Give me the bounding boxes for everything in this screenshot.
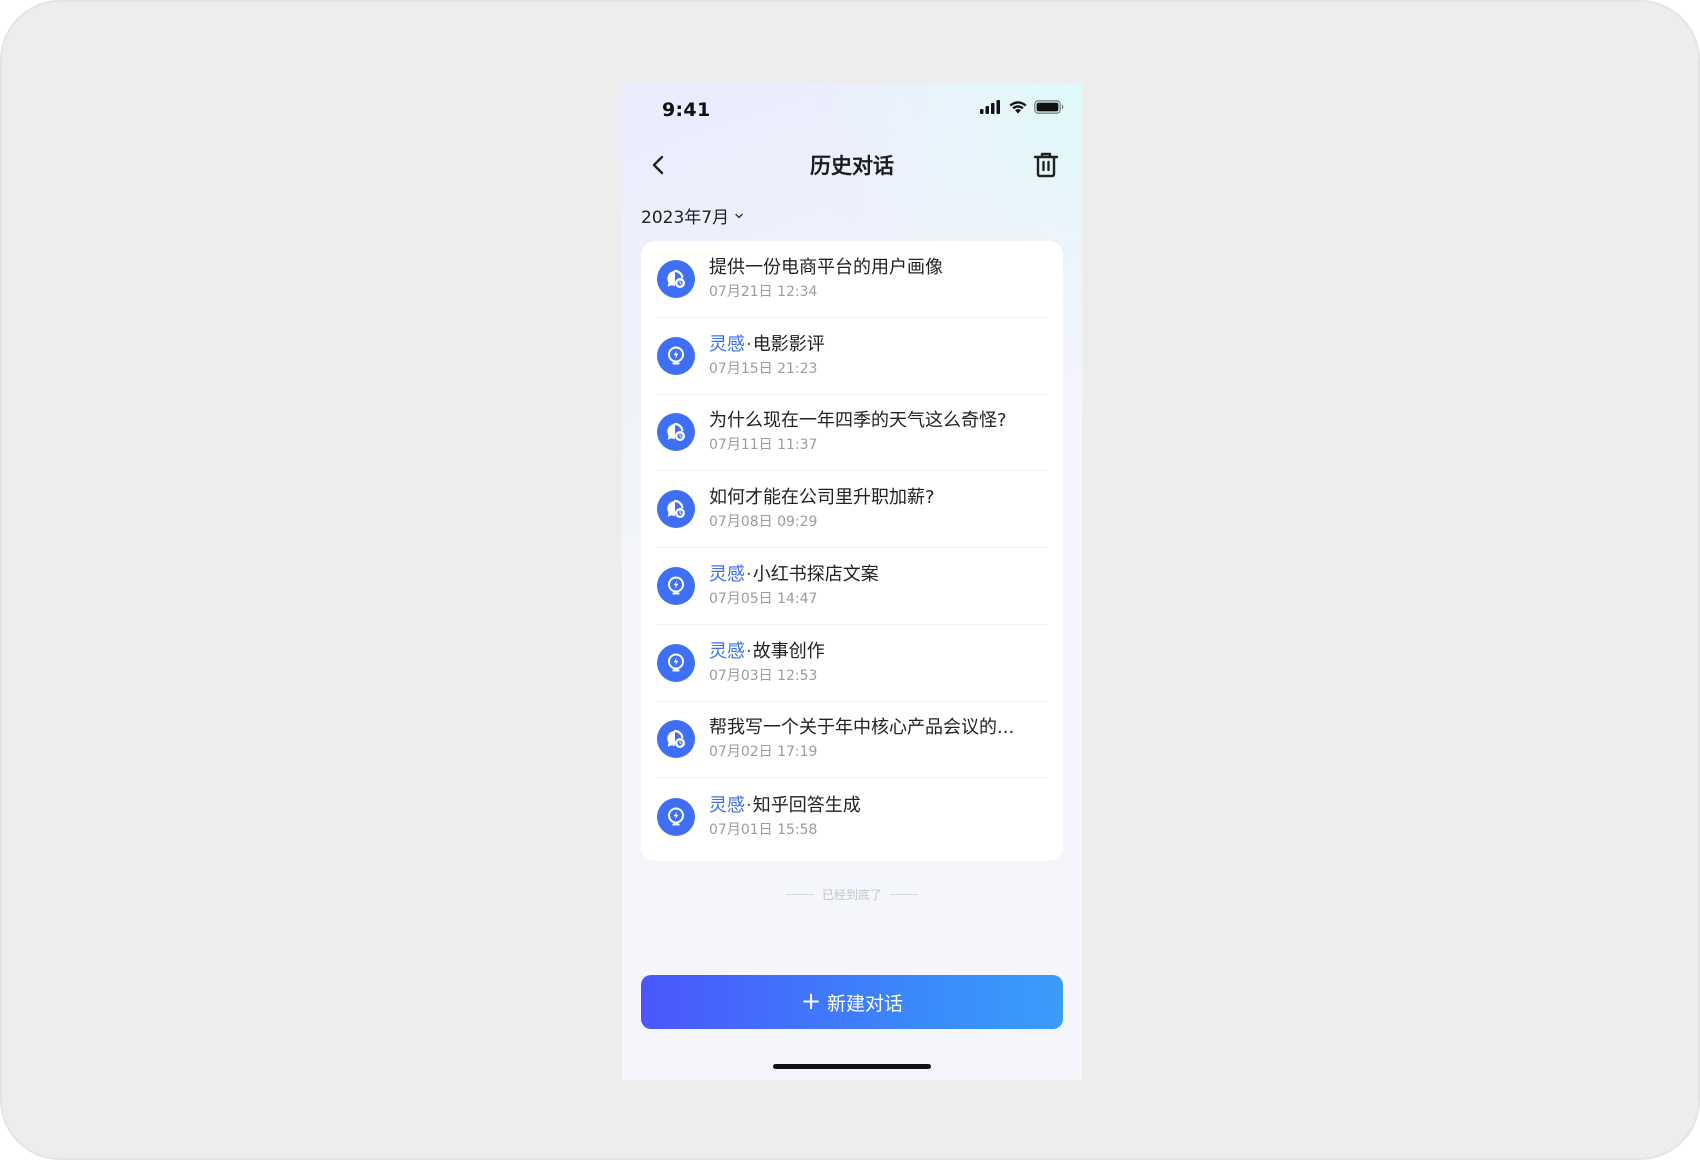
conversation-title-text: 电影影评 [752,333,825,355]
chat-avatar [657,413,695,452]
conversation-text: 如何才能在公司里升职加薪? 07月08日 09:29 [709,486,935,532]
lightbulb-bolt-icon [668,576,684,595]
conversation-title: 帮我写一个关于年中核心产品会议的... [709,716,1014,740]
inspiration-tag: 灵感 [709,333,745,355]
inspiration-tag: 灵感 [709,794,745,816]
nav-bar: 历史对话 [622,142,1082,188]
new-chat-button[interactable]: + 新建对话 [641,975,1063,1029]
battery-icon [1034,100,1064,114]
conversation-item[interactable]: 如何才能在公司里升职加薪? 07月08日 09:29 [657,471,1047,548]
conversation-title-text: 提供一份电商平台的用户画像 [709,256,943,278]
page-title: 历史对话 [810,154,894,178]
trash-icon [1033,152,1059,178]
inspiration-avatar [657,336,695,375]
conversation-title: 灵感·小红书探店文案 [709,563,879,587]
conversation-text: 提供一份电商平台的用户画像 07月21日 12:34 [709,256,943,302]
phone-screen: 9:41 历史对话 2023年7月 提供一份电商平台的用户画像 07月21日 1… [622,84,1082,1080]
inspiration-tag: 灵感 [709,640,745,662]
status-icons [980,100,1064,114]
conversation-title-text: 小红书探店文案 [752,563,879,585]
inspiration-avatar [657,566,695,605]
end-note-text: 已经到底了 [821,888,882,902]
conversation-list: 提供一份电商平台的用户画像 07月21日 12:34 灵感·电影影评 07月15日 2… [641,241,1063,861]
divider [890,894,918,895]
conversation-text: 灵感·知乎回答生成 07月01日 15:58 [709,794,861,840]
new-chat-label: 新建对话 [827,992,904,1015]
divider [785,894,814,895]
conversation-text: 为什么现在一年四季的天气这么奇怪? 07月11日 11:37 [709,409,1007,455]
conversation-title: 提供一份电商平台的用户画像 [709,256,943,280]
chat-bubble-icon [667,423,685,442]
end-of-list-note: 已经到底了 [622,886,1082,903]
tag-separator: · [746,794,752,816]
conversation-title: 如何才能在公司里升职加薪? [709,486,935,510]
lightbulb-bolt-icon [668,653,684,672]
conversation-title-text: 为什么现在一年四季的天气这么奇怪? [709,410,1007,432]
conversation-time: 07月08日 09:29 [709,514,818,531]
month-label: 2023年7月 [641,208,730,228]
conversation-time: 07月01日 15:58 [709,821,818,838]
conversation-time: 07月15日 21:23 [709,360,818,377]
conversation-item[interactable]: 帮我写一个关于年中核心产品会议的... 07月02日 17:19 [657,702,1047,779]
tag-separator: · [746,640,752,662]
home-indicator[interactable] [773,1064,931,1069]
inspiration-avatar [657,643,695,682]
device-frame: 9:41 历史对话 2023年7月 提供一份电商平台的用户画像 07月21日 1… [0,0,1700,1160]
conversation-text: 灵感·小红书探店文案 07月05日 14:47 [709,563,879,609]
conversation-time: 07月11日 11:37 [709,437,818,454]
conversation-item[interactable]: 提供一份电商平台的用户画像 07月21日 12:34 [657,241,1047,318]
chevron-down-icon [735,213,743,218]
conversation-time: 07月03日 12:53 [709,667,818,684]
lightbulb-bolt-icon [668,807,684,826]
inspiration-tag: 灵感 [709,563,745,585]
conversation-text: 灵感·故事创作 07月03日 12:53 [709,640,825,686]
lightbulb-bolt-icon [668,346,684,365]
conversation-item[interactable]: 灵感·电影影评 07月15日 21:23 [657,318,1047,395]
tag-separator: · [746,563,752,585]
status-time: 9:41 [662,99,711,121]
conversation-item[interactable]: 灵感·知乎回答生成 07月01日 15:58 [657,778,1047,855]
chat-bubble-icon [667,730,685,749]
conversation-text: 灵感·电影影评 07月15日 21:23 [709,333,825,379]
chat-bubble-icon [667,269,685,288]
signal-icon [980,100,1000,114]
conversation-time: 07月05日 14:47 [709,590,818,607]
conversation-text: 帮我写一个关于年中核心产品会议的... 07月02日 17:19 [709,716,1014,762]
conversation-time: 07月21日 12:34 [709,283,818,300]
chat-avatar [657,259,695,298]
conversation-title: 灵感·电影影评 [709,333,825,357]
inspiration-avatar [657,797,695,836]
chat-bubble-icon [667,500,685,519]
conversation-time: 07月02日 17:19 [709,744,818,761]
plus-icon: + [800,987,822,1015]
conversation-title: 灵感·故事创作 [709,640,825,664]
conversation-title-text: 故事创作 [752,640,825,662]
conversation-title-text: 知乎回答生成 [752,794,861,816]
tag-separator: · [746,333,752,355]
conversation-title: 灵感·知乎回答生成 [709,794,861,818]
conversation-title: 为什么现在一年四季的天气这么奇怪? [709,409,1007,433]
conversation-title-text: 如何才能在公司里升职加薪? [709,487,935,509]
status-bar: 9:41 [622,84,1082,140]
chat-avatar [657,720,695,759]
conversation-item[interactable]: 灵感·小红书探店文案 07月05日 14:47 [657,548,1047,625]
conversation-item[interactable]: 为什么现在一年四季的天气这么奇怪? 07月11日 11:37 [657,395,1047,472]
conversation-item[interactable]: 灵感·故事创作 07月03日 12:53 [657,625,1047,702]
month-filter[interactable]: 2023年7月 [641,203,745,228]
wifi-icon [1009,101,1027,114]
chat-avatar [657,490,695,529]
conversation-title-text: 帮我写一个关于年中核心产品会议的... [709,717,1015,739]
delete-history-button[interactable] [1030,149,1062,181]
